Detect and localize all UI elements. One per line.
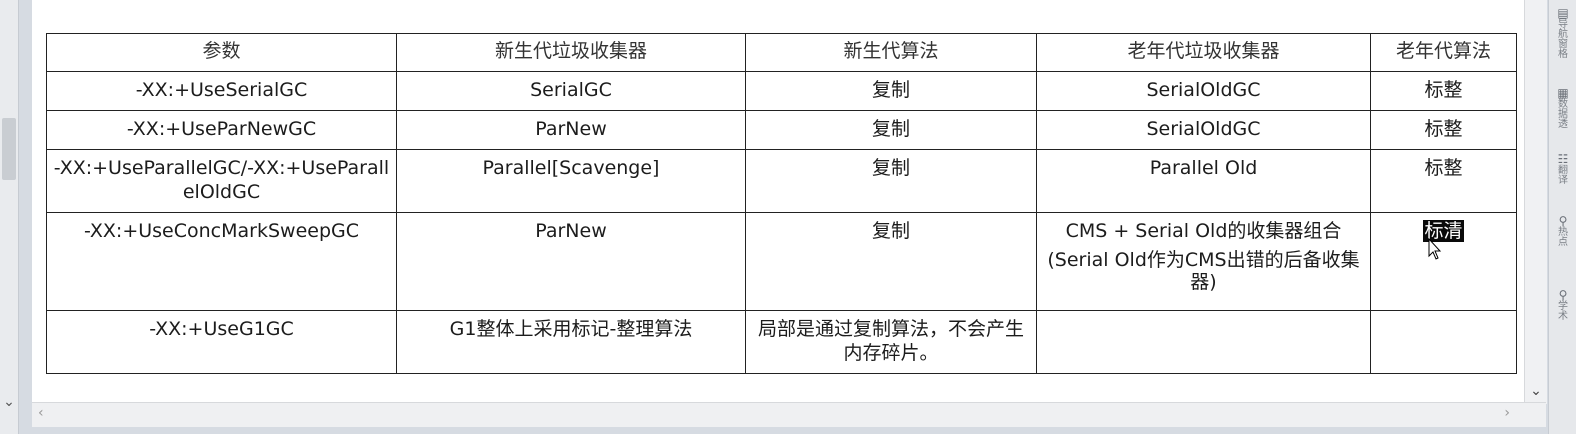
panel-item-navigation[interactable]: ▤ 导航窗格 <box>1555 6 1571 60</box>
header-old-algo: 老年代算法 <box>1370 33 1517 72</box>
table-header-row: 参数 新生代垃圾收集器 新生代算法 老年代垃圾收集器 老年代算法 <box>46 33 1517 72</box>
table-row: -XX:+UseParNewGC ParNew 复制 SerialOldGC 标… <box>46 110 1517 150</box>
cell-old-gc: SerialOldGC <box>1036 71 1371 111</box>
header-old-gc: 老年代垃圾收集器 <box>1036 33 1371 72</box>
header-young-gc: 新生代垃圾收集器 <box>396 33 746 72</box>
old-gc-name: CMS + Serial Old的收集器组合 <box>1065 220 1342 242</box>
table-row: -XX:+UseConcMarkSweepGC ParNew 复制 CMS + … <box>46 212 1517 311</box>
cell-young-gc: SerialGC <box>396 71 746 111</box>
cell-old-algo: 标整 <box>1370 149 1517 213</box>
cell-param: -XX:+UseConcMarkSweepGC <box>46 212 397 311</box>
vertical-scrollbar[interactable]: ⌄ <box>1524 0 1547 404</box>
hotspot-icon: ⚲ <box>1558 214 1568 228</box>
chevron-down-icon[interactable]: ⌄ <box>2 392 16 412</box>
cell-old-gc <box>1036 310 1371 374</box>
panel-item-label: 翻译 <box>1558 165 1568 186</box>
cell-old-gc: Parallel Old <box>1036 149 1371 213</box>
panel-item-label: 导航窗格 <box>1558 19 1568 60</box>
panel-item-label: 热点 <box>1558 227 1568 248</box>
table-row: -XX:+UseG1GC G1整体上采用标记-整理算法 局部是通过复制算法，不会… <box>46 310 1517 374</box>
right-side-panel: ▤ 导航窗格 ▦ 数据透 ☷ 翻译 ⚲ 热点 ⚲ 学术 <box>1548 0 1576 434</box>
left-gutter: ⌄ <box>0 0 19 434</box>
cell-param: -XX:+UseParNewGC <box>46 110 397 150</box>
panel-item-academic[interactable]: ⚲ 学术 <box>1555 288 1571 322</box>
cell-old-algo: 标整 <box>1370 71 1517 111</box>
table-row: -XX:+UseSerialGC SerialGC 复制 SerialOldGC… <box>46 71 1517 111</box>
navigation-icon: ▤ <box>1557 6 1569 20</box>
chevron-left-icon[interactable]: ‹ <box>38 405 44 421</box>
cell-old-algo <box>1370 310 1517 374</box>
cell-old-algo: 标清 <box>1370 212 1517 311</box>
chevron-down-icon[interactable]: ⌄ <box>1529 382 1543 400</box>
data-icon: ▦ <box>1557 86 1569 100</box>
translate-icon: ☷ <box>1557 152 1569 166</box>
gc-comparison-table: 参数 新生代垃圾收集器 新生代算法 老年代垃圾收集器 老年代算法 -XX:+Us… <box>46 33 1517 374</box>
cell-young-gc: ParNew <box>396 212 746 311</box>
cell-young-algo: 复制 <box>745 149 1037 213</box>
cell-young-algo: 局部是通过复制算法，不会产生内存碎片。 <box>745 310 1037 374</box>
cell-young-gc: Parallel[Scavenge] <box>396 149 746 213</box>
mouse-cursor-icon <box>1428 238 1442 260</box>
cell-old-algo: 标整 <box>1370 110 1517 150</box>
left-scroll-thumb[interactable] <box>2 118 16 180</box>
cell-young-gc: G1整体上采用标记-整理算法 <box>396 310 746 374</box>
header-param: 参数 <box>46 33 397 72</box>
cell-young-algo: 复制 <box>745 110 1037 150</box>
cell-old-gc: CMS + Serial Old的收集器组合 (Serial Old作为CMS出… <box>1036 212 1371 311</box>
chevron-right-icon[interactable]: › <box>1504 405 1510 421</box>
cell-young-gc: ParNew <box>396 110 746 150</box>
table-row: -XX:+UseParallelGC/-XX:+UseParallelOldGC… <box>46 149 1517 213</box>
cell-param: -XX:+UseParallelGC/-XX:+UseParallelOldGC <box>46 149 397 213</box>
cell-param: -XX:+UseG1GC <box>46 310 397 374</box>
panel-item-translate[interactable]: ☷ 翻译 <box>1555 152 1571 186</box>
cell-param: -XX:+UseSerialGC <box>46 71 397 111</box>
panel-item-label: 学术 <box>1558 301 1568 322</box>
panel-item-data[interactable]: ▦ 数据透 <box>1555 86 1571 130</box>
panel-item-hotspot[interactable]: ⚲ 热点 <box>1555 214 1571 248</box>
horizontal-scrollbar[interactable]: ‹ › <box>32 402 1546 427</box>
academic-icon: ⚲ <box>1558 288 1568 302</box>
cell-young-algo: 复制 <box>745 71 1037 111</box>
panel-item-label: 数据透 <box>1558 99 1568 130</box>
cell-young-algo: 复制 <box>745 212 1037 311</box>
cell-old-gc: SerialOldGC <box>1036 110 1371 150</box>
header-young-algo: 新生代算法 <box>745 33 1037 72</box>
old-gc-note: (Serial Old作为CMS出错的后备收集器) <box>1047 249 1360 293</box>
